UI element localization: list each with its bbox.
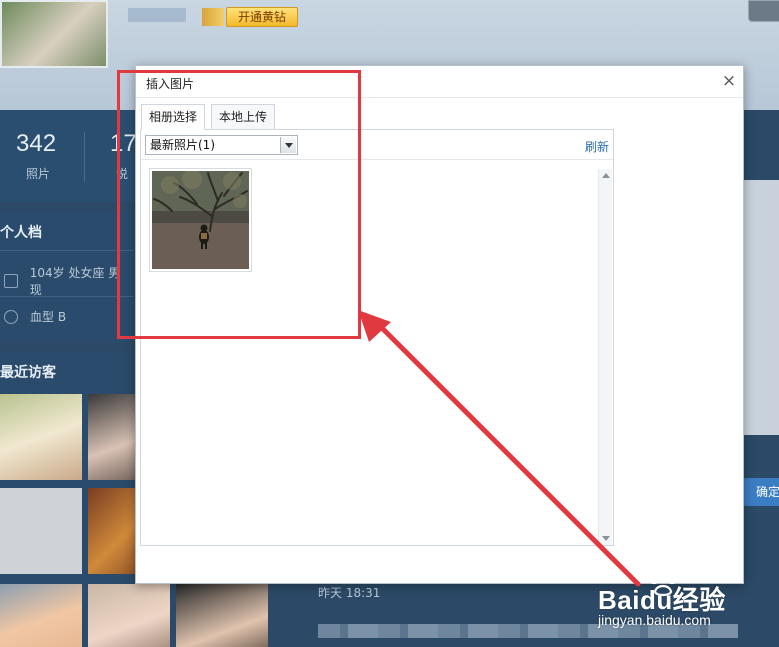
refresh-link[interactable]: 刷新 [585, 138, 609, 155]
close-icon[interactable]: × [721, 72, 737, 90]
photo-thumbnail[interactable] [149, 168, 252, 272]
insert-picture-dialog: 插入图片 × 相册选择 本地上传 最新照片(1) 刷新 [135, 65, 744, 584]
visitor-avatar[interactable] [176, 584, 268, 647]
baidu-watermark: Baidu经验 jingyan.baidu.com [598, 568, 768, 634]
blood-type-icon [4, 309, 18, 324]
tab-album-select[interactable]: 相册选择 [141, 104, 206, 130]
stats-divider [84, 132, 85, 182]
scroll-down-icon[interactable] [602, 536, 610, 541]
album-dropdown[interactable]: 最新照片(1) [145, 135, 298, 155]
chevron-down-icon[interactable] [280, 137, 296, 153]
dialog-title: 插入图片 [146, 77, 195, 91]
dialog-header: 插入图片 × [136, 66, 743, 98]
profile-avatar[interactable] [0, 0, 108, 68]
feed-timestamp: 昨天 18:31 [318, 586, 381, 600]
vip-icon [202, 8, 224, 26]
visitor-avatar[interactable] [0, 584, 82, 647]
visitor-avatar[interactable] [88, 584, 170, 647]
info-icon [4, 274, 18, 288]
album-toolbar: 最新照片(1) 刷新 [141, 130, 613, 160]
stats-panel: 342 照片 17 说 [0, 110, 150, 202]
profile-card: 个人档 104岁 处女座 男 现 血型 B [0, 212, 134, 342]
profile-name-blurred [128, 8, 186, 22]
photo-dog-under-tree [152, 171, 249, 269]
profile-card-title: 个人档 [0, 225, 42, 241]
profile-row-blood: 血型 B [4, 308, 66, 325]
tab-local-upload[interactable]: 本地上传 [211, 104, 276, 130]
photo-grid [141, 161, 613, 545]
visitors-card: 最近访客 [0, 352, 268, 647]
visitors-title: 最近访客 [0, 365, 56, 381]
visitor-avatar[interactable] [0, 394, 82, 480]
confirm-button[interactable]: 确定 [744, 478, 779, 506]
stat-photos-label: 照片 [26, 167, 51, 181]
watermark-site: jingyan.baidu.com [598, 612, 711, 628]
profile-basic-text: 104岁 处女座 男 现 [29, 266, 121, 297]
album-pane: 最新照片(1) 刷新 [140, 129, 614, 546]
photo-scrollbar[interactable] [598, 169, 612, 545]
corner-button[interactable] [748, 0, 779, 22]
profile-row-basic: 104岁 处女座 男 现 [4, 264, 134, 298]
stat-posts-label: 说 [116, 167, 129, 181]
open-vip-button[interactable]: 开通黄钻 [226, 7, 298, 27]
scroll-up-icon[interactable] [602, 173, 610, 178]
album-dropdown-value: 最新照片(1) [150, 138, 215, 152]
right-panel-edge [744, 180, 779, 435]
profile-divider [0, 296, 134, 297]
profile-blood-text: 血型 B [30, 310, 67, 324]
stat-posts-value: 17 [110, 130, 137, 157]
visitor-avatar[interactable] [0, 488, 82, 574]
stat-photos-value: 342 [16, 130, 57, 157]
profile-divider [0, 250, 134, 251]
